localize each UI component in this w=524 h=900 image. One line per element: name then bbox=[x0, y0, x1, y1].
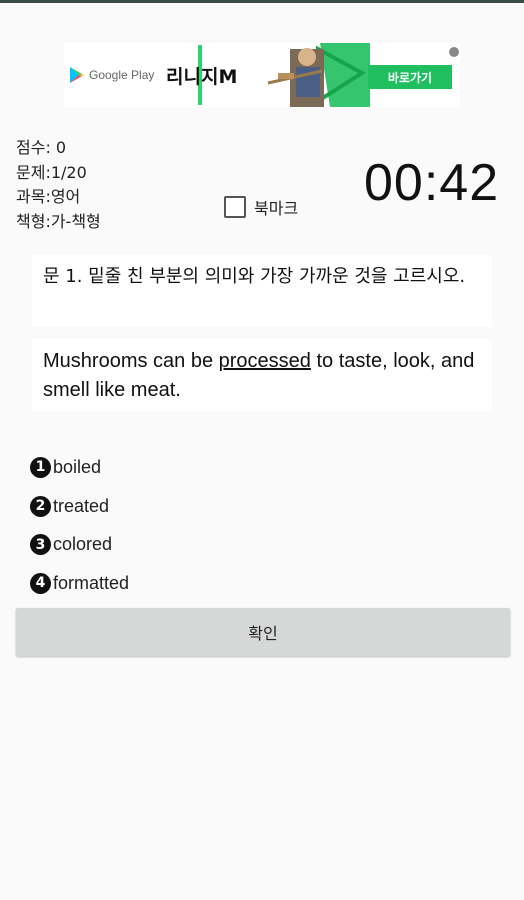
ad-game-title: 리니지M bbox=[166, 66, 238, 88]
choice-text: boiled bbox=[53, 456, 102, 477]
choice-1[interactable]: 1 boiled bbox=[30, 448, 129, 487]
question-prompt: 문 1. 밑줄 친 부분의 의미와 가장 가까운 것을 고르시오. bbox=[32, 255, 492, 327]
subject-text: 과목:영어 bbox=[16, 187, 81, 206]
choice-text: formatted bbox=[53, 572, 130, 593]
ad-info-icon[interactable] bbox=[449, 47, 459, 57]
underlined-word: processed bbox=[218, 350, 311, 372]
circled-number-icon: 1 bbox=[30, 456, 51, 478]
bookmark-label: 북마크 bbox=[254, 199, 299, 218]
circled-number-icon: 3 bbox=[30, 534, 51, 556]
circled-number-icon: 4 bbox=[30, 572, 51, 594]
circled-number-icon: 2 bbox=[30, 495, 51, 517]
confirm-button[interactable]: 확인 bbox=[16, 608, 510, 656]
choice-text: colored bbox=[53, 534, 113, 555]
status-bar bbox=[0, 0, 524, 3]
quiz-info: 점수: 0 문제:1/20 과목:영어 책형:가-책형 bbox=[16, 136, 101, 234]
choice-4[interactable]: 4 formatted bbox=[30, 564, 129, 603]
choice-text: treated bbox=[53, 495, 110, 516]
game-character-image bbox=[260, 43, 370, 107]
store-label: Google Play bbox=[89, 68, 155, 82]
question-sentence: Mushrooms can be processed to taste, loo… bbox=[32, 339, 492, 411]
choice-2[interactable]: 2 treated bbox=[30, 487, 129, 526]
sentence-before: Mushrooms can be bbox=[43, 350, 219, 372]
choice-3[interactable]: 3 colored bbox=[30, 525, 129, 564]
bookmark-checkbox[interactable]: 북마크 bbox=[224, 195, 298, 219]
score-text: 점수: 0 bbox=[16, 138, 67, 157]
ad-cta-button[interactable]: 바로가기 bbox=[368, 65, 452, 89]
checkbox-icon[interactable] bbox=[224, 196, 246, 218]
google-play-badge: Google Play bbox=[70, 67, 154, 83]
booklet-type: 책형:가-책형 bbox=[16, 211, 101, 231]
countdown-timer: 00:42 bbox=[364, 154, 500, 212]
answer-choices: 1 boiled 2 treated 3 colored 4 formatted bbox=[30, 448, 129, 603]
ad-banner[interactable]: Google Play 리니지M 바로가기 bbox=[64, 43, 460, 107]
google-play-icon bbox=[70, 67, 84, 83]
question-counter: 문제:1/20 bbox=[16, 162, 87, 182]
